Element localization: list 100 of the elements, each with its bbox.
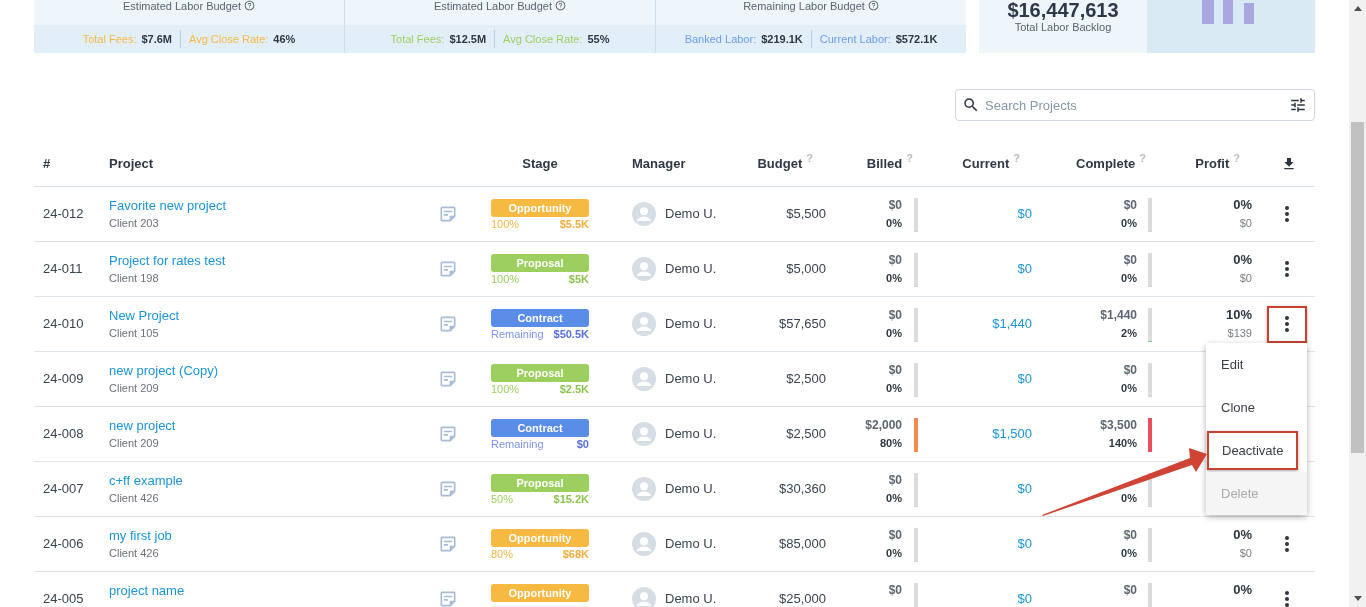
billed-percent: 80%: [879, 436, 902, 450]
avatar-icon: [632, 422, 656, 446]
project-link[interactable]: new project: [109, 418, 176, 434]
stage-badge: Opportunity: [491, 584, 589, 602]
column-header: #: [43, 156, 51, 172]
project-link[interactable]: new project (Copy): [109, 363, 219, 379]
avatar-icon: [632, 257, 656, 281]
project-link[interactable]: Favorite new project: [109, 198, 227, 214]
billed-percent: 0%: [886, 546, 902, 560]
menu-item[interactable]: Deactivate: [1207, 431, 1298, 470]
current-link[interactable]: $0: [1017, 591, 1032, 607]
profit-percent: 0%: [1233, 583, 1252, 597]
column-header: Budget: [757, 156, 803, 172]
project-link[interactable]: c+ff example: [109, 473, 183, 489]
complete-percent: 0%: [1121, 546, 1137, 560]
client-name: Client 105: [109, 326, 159, 340]
filter-icon[interactable]: [1289, 96, 1307, 114]
manager-name: Demo U.: [665, 591, 717, 607]
avatar-icon: [632, 312, 656, 336]
scroll-down-icon[interactable]: [1353, 596, 1362, 601]
backlog-label: Total Labor Backlog: [1014, 21, 1112, 34]
stat-value: $572.1K: [895, 32, 938, 46]
project-number: 24-011: [43, 261, 83, 277]
column-header: Current: [962, 156, 1010, 172]
more-button[interactable]: [1267, 305, 1307, 343]
stage-badge: Proposal: [491, 364, 589, 382]
hint-mark[interactable]: ?: [1233, 152, 1240, 164]
search-field[interactable]: Search Projects: [955, 89, 1315, 121]
stage-note: 100%: [491, 273, 520, 286]
backlog-amount: $16,447,613: [1007, 0, 1119, 20]
billed-amount: $0: [888, 528, 902, 542]
profit-amount: $0: [1239, 546, 1252, 560]
stage-amount: $15.2K: [553, 493, 589, 506]
hint-mark[interactable]: ?: [1013, 152, 1020, 164]
progress-track: [914, 473, 918, 507]
profit-percent: 0%: [1233, 528, 1252, 542]
hint-mark[interactable]: ?: [1139, 152, 1146, 164]
current-link[interactable]: $0: [1017, 371, 1032, 387]
current-link[interactable]: $0: [1017, 261, 1032, 277]
stage-note: Remaining: [491, 438, 544, 451]
more-vertical-icon: [1285, 591, 1289, 607]
project-number: 24-012: [43, 206, 84, 222]
manager-name: Demo U.: [665, 316, 717, 332]
help-icon[interactable]: [555, 0, 566, 11]
billed-percent: 0%: [886, 216, 902, 230]
progress-track: [1148, 528, 1152, 562]
more-vertical-icon: [1285, 536, 1289, 552]
billed-amount: $0: [888, 473, 902, 487]
stage-note: Remaining: [491, 328, 544, 341]
current-link[interactable]: $0: [1017, 206, 1032, 222]
budget-amount: $2,500: [786, 371, 826, 387]
billed-amount: $0: [888, 253, 902, 267]
column-header: Manager: [632, 156, 686, 172]
complete-percent: 0%: [1121, 381, 1137, 395]
manager-name: Demo U.: [665, 536, 717, 552]
scroll-up-icon[interactable]: [1353, 6, 1362, 11]
help-icon[interactable]: [867, 0, 879, 11]
current-link[interactable]: $1,440: [992, 316, 1032, 332]
progress-track: [1148, 583, 1152, 607]
hint-mark[interactable]: ?: [906, 152, 913, 164]
complete-percent: 2%: [1121, 326, 1137, 340]
current-link[interactable]: $1,500: [992, 426, 1032, 442]
stat-value: $12.5M: [449, 32, 487, 46]
stage-badge: Opportunity: [491, 199, 589, 217]
project-link[interactable]: my first job: [109, 528, 172, 544]
scrollbar-thumb[interactable]: [1351, 122, 1364, 453]
hint-mark[interactable]: ?: [806, 152, 813, 164]
client-name: Client 426: [109, 546, 159, 560]
stat-value: $219.1K: [761, 32, 803, 46]
project-link[interactable]: New Project: [109, 308, 180, 324]
budget-amount: $25,000: [779, 591, 826, 607]
project-number: 24-009: [43, 371, 84, 387]
menu-item[interactable]: Edit: [1206, 343, 1307, 386]
current-link[interactable]: $0: [1017, 481, 1032, 497]
panel-title: Estimated Labor Budget: [123, 0, 241, 12]
progress-track: [914, 308, 918, 342]
billed-percent: 0%: [886, 326, 902, 340]
complete-amount: $0: [1123, 363, 1137, 377]
profit-percent: 0%: [1233, 198, 1252, 212]
client-name: Client 209: [109, 436, 159, 450]
project-link[interactable]: Project for rates test: [109, 253, 226, 269]
manager-name: Demo U.: [665, 426, 717, 442]
stage-amount: $5.5K: [559, 218, 589, 231]
more-vertical-icon: [1285, 206, 1289, 222]
current-link[interactable]: $0: [1017, 536, 1032, 552]
complete-amount: $0: [1123, 198, 1137, 212]
budget-amount: $30,360: [779, 481, 826, 497]
client-name: Client 209: [109, 381, 159, 395]
stat-label: Avg Close Rate:: [189, 32, 269, 46]
help-icon[interactable]: [244, 0, 255, 11]
budget-amount: $5,500: [786, 206, 826, 222]
project-link[interactable]: project name: [109, 583, 185, 599]
stage-badge: Contract: [491, 309, 589, 327]
complete-percent: 0%: [1121, 216, 1137, 230]
complete-amount: $1,440: [1100, 308, 1137, 322]
more-vertical-icon: [1285, 316, 1289, 332]
menu-item[interactable]: Clone: [1206, 386, 1307, 429]
progress-track: [914, 528, 918, 562]
stat-label: Total Fees:: [390, 32, 445, 46]
stat-label: Banked Labor:: [684, 32, 757, 46]
